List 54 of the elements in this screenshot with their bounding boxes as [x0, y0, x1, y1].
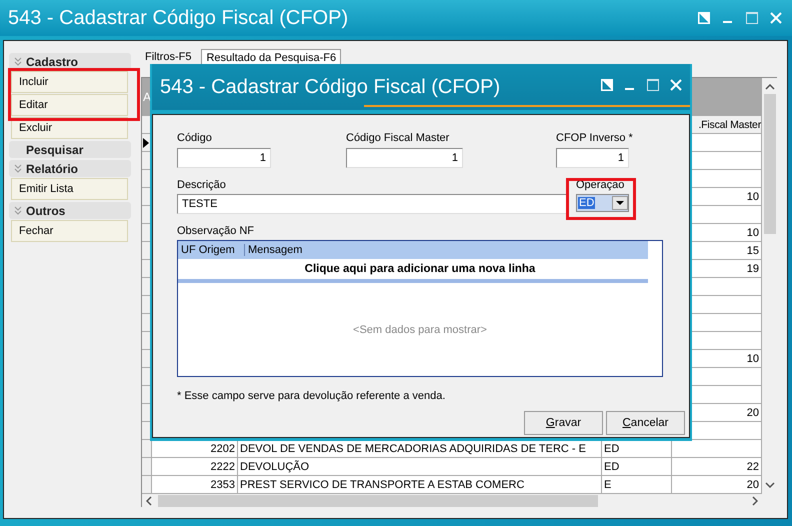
dialog-title: 543 - Cadastrar Código Fiscal (CFOP) [160, 76, 500, 98]
sidebar-group-title: Pesquisar [26, 142, 84, 156]
field-label: Código [177, 131, 213, 145]
input-field[interactable]: 1 [556, 148, 629, 168]
maximize-icon[interactable] [647, 79, 659, 91]
sidebar-group-header[interactable]: Outros [9, 202, 131, 219]
window-title: 543 - Cadastrar Código Fiscal (CFOP) [8, 6, 348, 30]
chevron-icon [14, 57, 22, 66]
new-row-prompt[interactable]: Clique aqui para adicionar uma nova linha [178, 259, 662, 279]
input-field[interactable]: TESTE [177, 194, 567, 214]
sidebar-group-title: Outros [26, 204, 66, 218]
scroll-right-icon[interactable] [752, 496, 758, 506]
field-label: Descrição [177, 178, 227, 192]
sidebar-group-header[interactable]: Relatório [9, 160, 131, 177]
restore-icon[interactable] [698, 12, 710, 24]
table-cell: ED [602, 458, 672, 476]
scroll-down-icon[interactable] [765, 482, 775, 488]
restore-icon[interactable] [601, 79, 613, 91]
scroll-thumb[interactable] [158, 495, 598, 507]
close-icon[interactable] [770, 12, 782, 24]
dialog-button[interactable]: Cancelar [606, 411, 685, 435]
table-cell: 2222 [152, 458, 238, 476]
chevron-icon [14, 206, 22, 215]
dialog-button[interactable]: Gravar [524, 411, 603, 435]
sidebar-group-title: Cadastro [26, 54, 78, 68]
dropdown-field[interactable]: ED [576, 194, 629, 212]
input-field[interactable]: 1 [346, 148, 463, 168]
column-header[interactable]: UF Origem [178, 244, 245, 256]
column-header[interactable]: Mensagem [245, 244, 306, 256]
sidebar-item[interactable]: Editar [11, 94, 128, 116]
row-indicator-cell[interactable] [142, 476, 152, 494]
field-label: Observação NF [177, 224, 256, 238]
sidebar-group-header[interactable]: Pesquisar [9, 141, 131, 158]
horizontal-scrollbar[interactable] [142, 494, 762, 508]
sidebar-item[interactable]: Fechar [11, 220, 128, 242]
field-label: CFOP Inverso * [556, 131, 633, 145]
sidebar-item[interactable]: Emitir Lista [11, 178, 128, 200]
highlight-frame [566, 178, 636, 220]
field-label: Operaçao [576, 178, 626, 192]
empty-grid-text: <Sem dados para mostrar> [353, 324, 487, 336]
input-field[interactable]: 1 [177, 148, 271, 168]
close-icon[interactable] [670, 79, 682, 91]
sidebar-item[interactable]: Incluir [11, 71, 128, 93]
table-cell: DEVOLUÇÃO [238, 458, 602, 476]
footnote: * Esse campo serve para devolução referente a venda. [177, 390, 446, 402]
field-label: Código Fiscal Master [346, 131, 450, 145]
scroll-up-icon[interactable] [765, 84, 775, 90]
row-indicator-cell[interactable] [142, 440, 152, 458]
scroll-thumb[interactable] [764, 94, 776, 234]
row-indicator-cell[interactable] [142, 458, 152, 476]
chevron-icon [14, 164, 22, 173]
maximize-icon[interactable] [746, 12, 758, 24]
sidebar-group-title: Relatório [26, 162, 78, 176]
scroll-left-icon[interactable] [146, 496, 152, 506]
